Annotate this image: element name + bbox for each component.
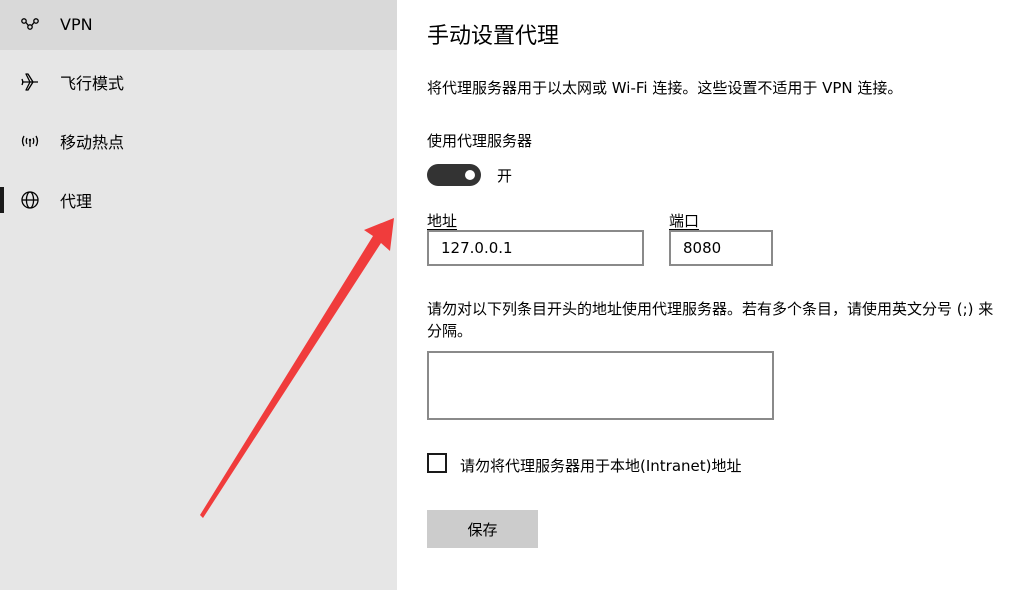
- address-label: 地址: [427, 212, 458, 230]
- sidebar-item-vpn[interactable]: VPN: [0, 0, 397, 50]
- port-input[interactable]: [669, 230, 773, 266]
- sidebar-item-airplane-mode[interactable]: 飞行模式: [0, 56, 397, 108]
- exceptions-description: 请勿对以下列条目开头的地址使用代理服务器。若有多个条目，请使用英文分号 (;) …: [427, 300, 994, 340]
- globe-icon: [18, 188, 42, 212]
- vpn-icon: [18, 12, 42, 36]
- local-bypass-checkbox[interactable]: [427, 453, 447, 473]
- exceptions-input[interactable]: [427, 351, 774, 420]
- toggle-knob: [465, 170, 475, 180]
- sidebar-item-proxy[interactable]: 代理: [0, 174, 397, 226]
- proxy-settings-panel: 手动设置代理 将代理服务器用于以太网或 Wi-Fi 连接。这些设置不适用于 VP…: [397, 0, 1024, 590]
- use-proxy-label: 使用代理服务器: [427, 132, 533, 150]
- use-proxy-toggle[interactable]: [427, 164, 481, 186]
- settings-window: VPN 飞行模式 移动热点 代理 手动设置代理 将代理服务器用于以太网或 Wi-…: [0, 0, 1024, 590]
- sidebar: VPN 飞行模式 移动热点 代理: [0, 0, 397, 590]
- page-title: 手动设置代理: [427, 24, 560, 49]
- port-label: 端口: [669, 212, 700, 230]
- sidebar-item-label: VPN: [60, 14, 93, 34]
- local-bypass-label: 请勿将代理服务器用于本地(Intranet)地址: [460, 457, 742, 475]
- save-button[interactable]: 保存: [427, 510, 538, 548]
- airplane-icon: [18, 70, 42, 94]
- hotspot-icon: [18, 129, 42, 153]
- selected-indicator: [0, 187, 4, 213]
- sidebar-item-label: 飞行模式: [60, 74, 125, 93]
- sidebar-item-label: 代理: [60, 192, 93, 211]
- toggle-state-label: 开: [497, 167, 513, 185]
- sidebar-item-label: 移动热点: [60, 133, 125, 152]
- sidebar-item-mobile-hotspot[interactable]: 移动热点: [0, 115, 397, 167]
- address-input[interactable]: [427, 230, 644, 266]
- proxy-description: 将代理服务器用于以太网或 Wi-Fi 连接。这些设置不适用于 VPN 连接。: [427, 79, 903, 97]
